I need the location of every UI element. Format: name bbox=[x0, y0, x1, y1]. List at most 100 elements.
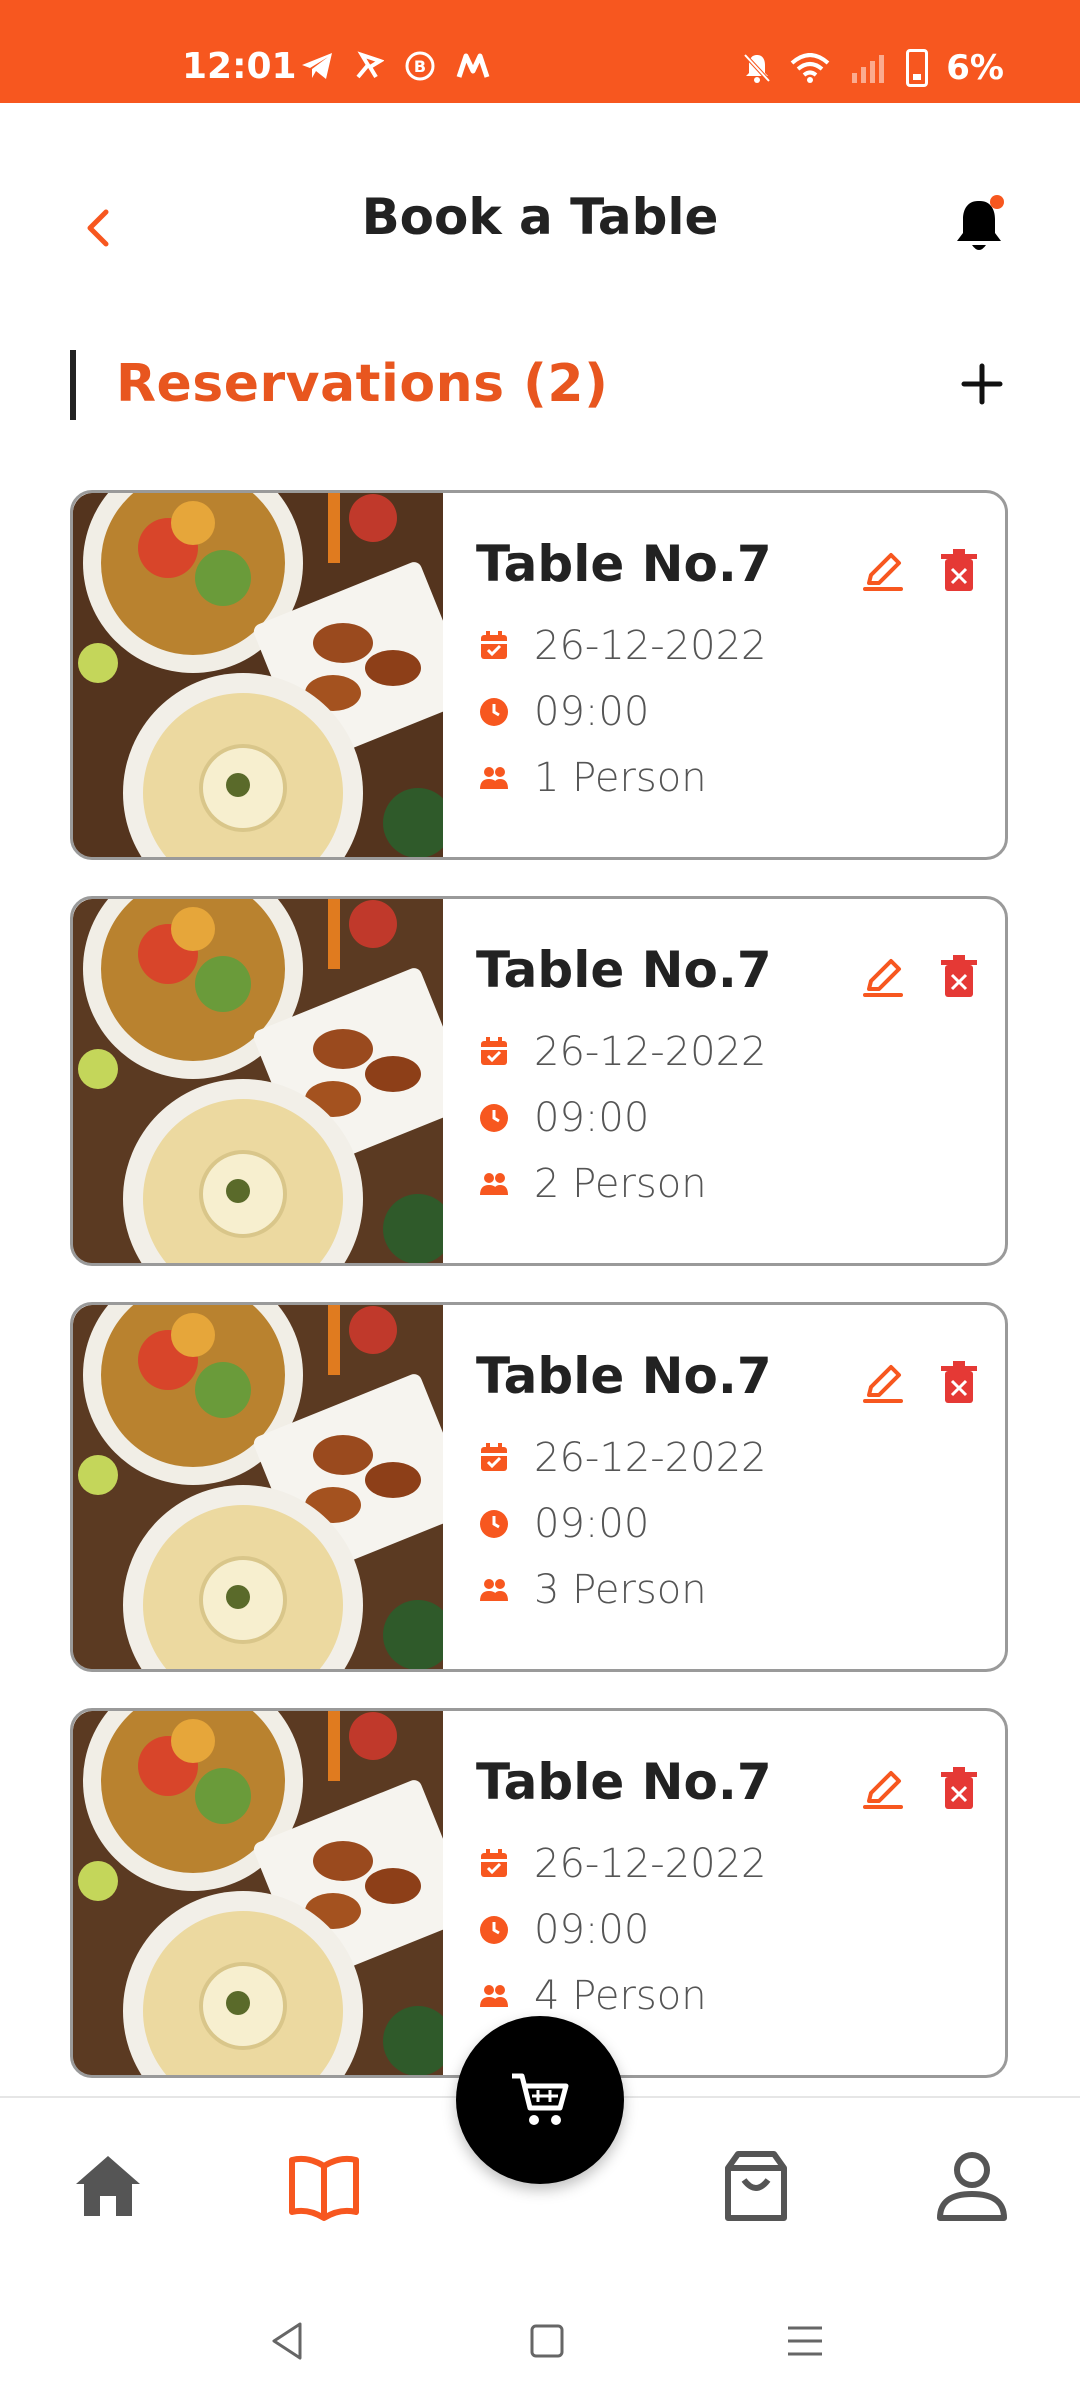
reservation-date: 26-12-2022 bbox=[534, 623, 767, 669]
svg-text:B: B bbox=[414, 57, 426, 76]
calendar-icon bbox=[478, 1036, 510, 1068]
reservation-time-row: 09:00 bbox=[478, 1501, 649, 1547]
status-left-icons: B bbox=[300, 50, 490, 82]
trash-icon bbox=[941, 1767, 977, 1809]
clock-icon bbox=[478, 1914, 510, 1946]
system-home-button[interactable] bbox=[522, 2316, 572, 2366]
reservation-person-row: 3 Person bbox=[478, 1567, 707, 1613]
wifi-icon bbox=[790, 53, 830, 83]
reservation-list: Table No.7 26-12-2022 09:00 1 Person Tab… bbox=[70, 490, 1010, 2114]
section-title-text: Reservations bbox=[116, 354, 505, 414]
delete-button[interactable] bbox=[939, 955, 979, 999]
clock-icon bbox=[478, 1102, 510, 1134]
calendar-icon bbox=[478, 1848, 510, 1880]
reservation-persons: 2 Person bbox=[534, 1161, 707, 1207]
nav-orders[interactable] bbox=[716, 2146, 796, 2226]
square-home-icon bbox=[530, 2324, 564, 2358]
reservation-persons: 3 Person bbox=[534, 1567, 707, 1613]
trash-icon bbox=[941, 1361, 977, 1403]
people-icon bbox=[478, 1168, 510, 1200]
nav-profile[interactable] bbox=[932, 2146, 1012, 2226]
people-icon bbox=[478, 1574, 510, 1606]
reservation-time: 09:00 bbox=[534, 1095, 650, 1141]
reservation-time-row: 09:00 bbox=[478, 1095, 649, 1141]
table-name: Table No.7 bbox=[476, 1347, 772, 1405]
pencil-icon bbox=[863, 553, 903, 591]
delete-button[interactable] bbox=[939, 549, 979, 593]
reservation-time: 09:00 bbox=[534, 1907, 650, 1953]
reservation-date: 26-12-2022 bbox=[534, 1435, 767, 1481]
edit-button[interactable] bbox=[861, 549, 905, 593]
nav-home[interactable] bbox=[68, 2146, 148, 2226]
system-recents-button[interactable] bbox=[780, 2316, 830, 2366]
reservation-card[interactable]: Table No.7 26-12-2022 09:00 3 Person bbox=[70, 1302, 1008, 1672]
pencil-icon bbox=[863, 1771, 903, 1809]
system-navigation bbox=[0, 2286, 1080, 2400]
reservation-card[interactable]: Table No.7 26-12-2022 09:00 2 Person bbox=[70, 896, 1008, 1266]
reservation-time: 09:00 bbox=[534, 689, 650, 735]
reservation-date: 26-12-2022 bbox=[534, 1029, 767, 1075]
triangle-back-icon bbox=[272, 2322, 302, 2360]
notification-dot bbox=[990, 195, 1004, 209]
edit-button[interactable] bbox=[861, 1361, 905, 1405]
telegram-icon bbox=[302, 53, 332, 79]
menu-lines-icon bbox=[788, 2326, 822, 2356]
bell-off-icon bbox=[743, 53, 771, 83]
b-icon: B bbox=[405, 51, 435, 81]
clock-icon bbox=[478, 1508, 510, 1540]
reservations-heading: Reservations (2) bbox=[70, 346, 1010, 420]
delete-button[interactable] bbox=[939, 1361, 979, 1405]
status-right: 6% bbox=[742, 48, 1004, 88]
reservation-time: 09:00 bbox=[534, 1501, 650, 1547]
calendar-icon bbox=[478, 630, 510, 662]
table-name: Table No.7 bbox=[476, 941, 772, 999]
reservation-date-row: 26-12-2022 bbox=[478, 1029, 766, 1075]
table-name: Table No.7 bbox=[476, 1753, 772, 1811]
edit-button[interactable] bbox=[861, 955, 905, 999]
reservation-card[interactable]: Table No.7 26-12-2022 09:00 1 Person bbox=[70, 490, 1008, 860]
reservation-person-row: 1 Person bbox=[478, 755, 707, 801]
cart-button[interactable] bbox=[456, 2016, 624, 2184]
battery-charging-icon bbox=[906, 49, 929, 87]
system-back-button[interactable] bbox=[264, 2316, 314, 2366]
reservation-persons: 4 Person bbox=[534, 1973, 707, 2019]
signal-icon bbox=[852, 55, 885, 83]
reservation-person-row: 4 Person bbox=[478, 1973, 707, 2019]
reservation-date: 26-12-2022 bbox=[534, 1841, 767, 1887]
section-title: Reservations (2) bbox=[116, 354, 608, 414]
food-image bbox=[73, 1711, 443, 2075]
people-icon bbox=[478, 762, 510, 794]
app-header: Book a Table bbox=[0, 103, 1080, 333]
reservation-time-row: 09:00 bbox=[478, 1907, 649, 1953]
sync-icon bbox=[356, 51, 384, 79]
reservation-date-row: 26-12-2022 bbox=[478, 623, 766, 669]
food-image bbox=[73, 493, 443, 857]
reservation-person-row: 2 Person bbox=[478, 1161, 707, 1207]
table-name: Table No.7 bbox=[476, 535, 772, 593]
pencil-icon bbox=[863, 1365, 903, 1403]
status-bar: 12:01 B 6% bbox=[0, 0, 1080, 103]
profile-icon bbox=[937, 2152, 1007, 2221]
reservation-date-row: 26-12-2022 bbox=[478, 1435, 766, 1481]
status-time: 12:01 bbox=[182, 46, 297, 87]
battery-percent: 6% bbox=[946, 48, 1004, 88]
food-image bbox=[73, 899, 443, 1263]
nav-book-table[interactable] bbox=[284, 2146, 364, 2226]
reservation-date-row: 26-12-2022 bbox=[478, 1841, 766, 1887]
add-reservation-button[interactable] bbox=[954, 356, 1010, 412]
plus-icon bbox=[961, 363, 1003, 405]
reservation-persons: 1 Person bbox=[534, 755, 707, 801]
pencil-icon bbox=[863, 959, 903, 997]
edit-button[interactable] bbox=[861, 1767, 905, 1811]
page-title: Book a Table bbox=[361, 188, 719, 246]
notification-button[interactable] bbox=[952, 193, 1008, 257]
reservation-count: (2) bbox=[523, 354, 609, 414]
cart-icon bbox=[512, 2073, 569, 2125]
book-icon bbox=[289, 2155, 359, 2221]
delete-button[interactable] bbox=[939, 1767, 979, 1811]
bag-icon bbox=[725, 2151, 787, 2221]
calendar-icon bbox=[478, 1442, 510, 1474]
clock-icon bbox=[478, 696, 510, 728]
home-icon bbox=[76, 2156, 140, 2216]
m-icon bbox=[456, 53, 490, 78]
